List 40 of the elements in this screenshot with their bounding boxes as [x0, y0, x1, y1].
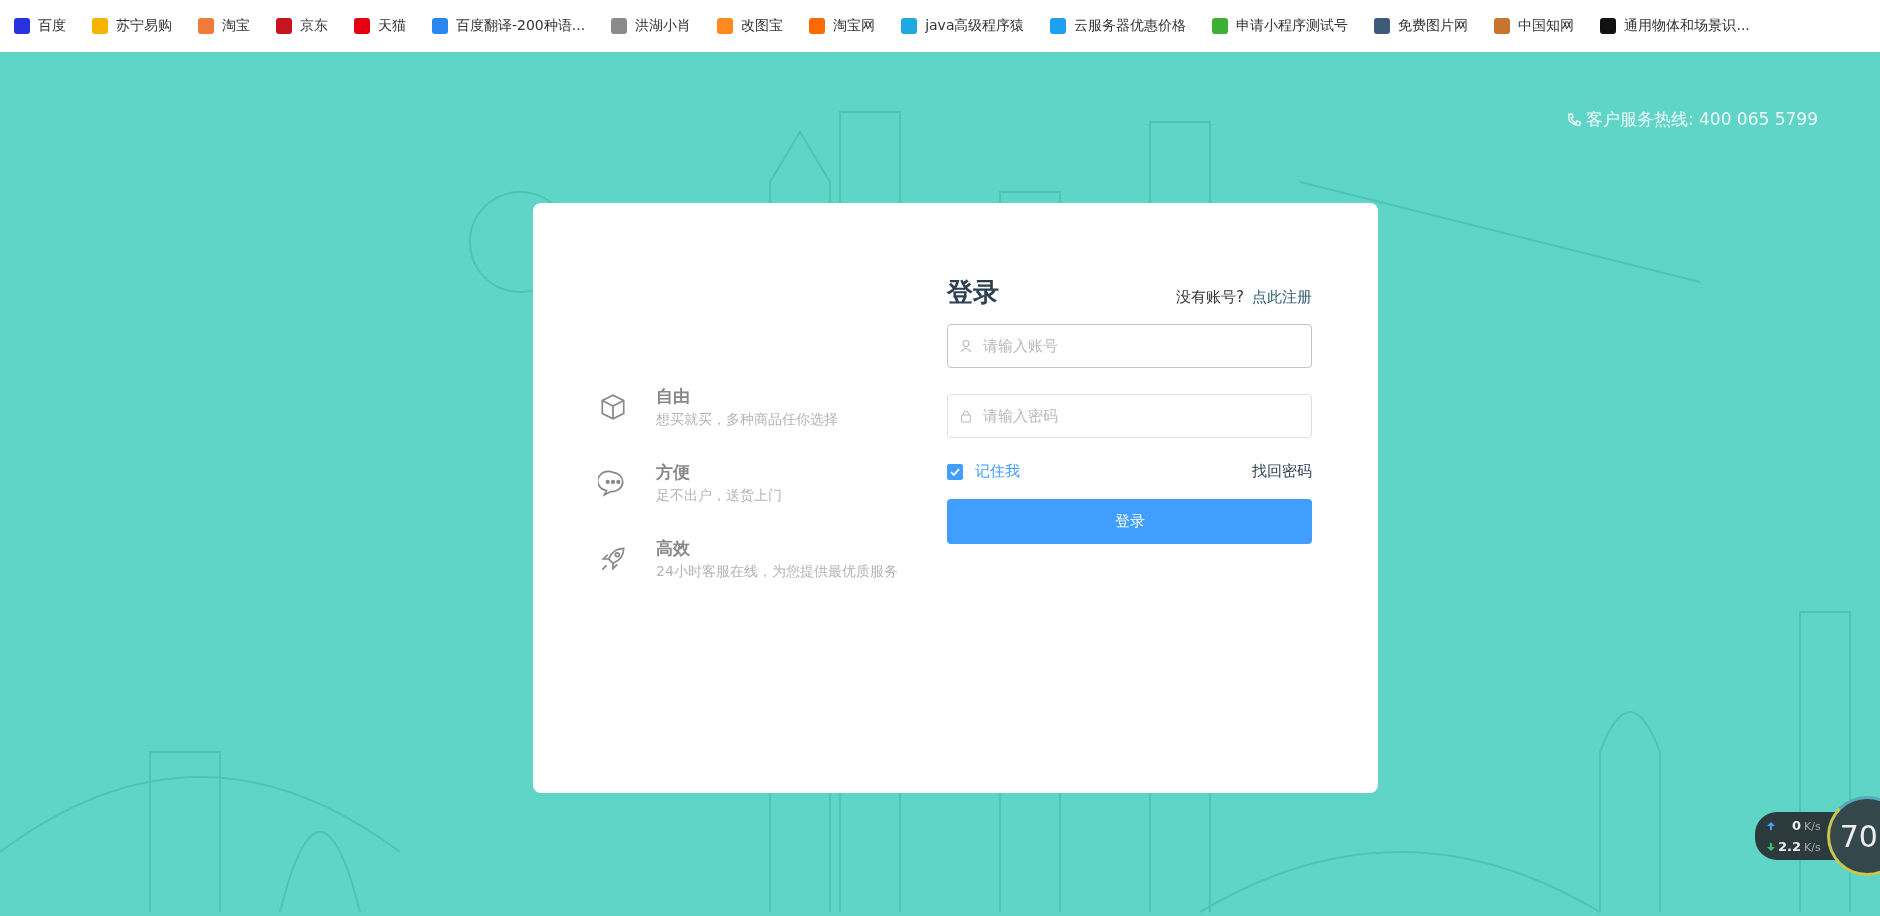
bookmark[interactable]: 京东	[276, 17, 328, 35]
bookmark[interactable]: 百度翻译-200种语...	[432, 17, 586, 35]
feature-description: 想买就买，多种商品任你选择	[656, 411, 838, 429]
bookmark[interactable]: 中国知网	[1494, 17, 1575, 35]
download-speed: 2.2	[1778, 839, 1802, 854]
lock-icon	[959, 409, 973, 423]
speed-unit: K/s	[1804, 820, 1821, 833]
feature-description: 24小时客服在线，为您提供最优质服务	[656, 563, 898, 581]
feature-title: 方便	[656, 461, 691, 484]
bookmark[interactable]: 通用物体和场景识...	[1600, 17, 1750, 35]
download-arrow-icon	[1767, 842, 1775, 851]
account-field[interactable]: 请输入账号	[947, 324, 1312, 368]
no-account-text: 没有账号?	[1176, 288, 1244, 308]
cube-icon	[598, 392, 628, 422]
upload-speed: 0	[1792, 818, 1802, 833]
bookmark[interactable]: 洪湖小肖	[611, 17, 692, 35]
bookmark[interactable]: 申请小程序测试号	[1212, 17, 1349, 35]
bookmark[interactable]: 百度	[14, 17, 66, 35]
password-field[interactable]: 请输入密码	[947, 394, 1312, 438]
user-icon	[959, 339, 973, 353]
bookmark[interactable]: 云服务器优惠价格	[1050, 17, 1187, 35]
feature-title: 自由	[656, 385, 691, 408]
speed-unit: K/s	[1804, 841, 1821, 854]
hotline-text: 客户服务热线: 400 065 5799	[1565, 108, 1818, 131]
phone-icon	[1565, 111, 1582, 128]
register-link[interactable]: 点此注册	[1252, 288, 1312, 310]
gauge-value: 70	[1839, 818, 1878, 854]
forgot-password-link[interactable]: 找回密码	[1252, 462, 1312, 481]
bookmark[interactable]: 淘宝网	[809, 17, 876, 35]
bookmark[interactable]: 淘宝	[198, 17, 250, 35]
bookmark[interactable]: 免费图片网	[1374, 17, 1469, 35]
remember-checkbox[interactable]	[947, 463, 963, 480]
feature-title: 高效	[656, 537, 691, 560]
bookmark[interactable]: java高级程序猿	[901, 17, 1025, 35]
bookmark[interactable]: 改图宝	[717, 17, 784, 35]
bookmark[interactable]: 苏宁易购	[92, 17, 172, 35]
upload-arrow-icon	[1767, 821, 1775, 830]
bookmark[interactable]: 天猫	[354, 17, 406, 35]
feature-description: 足不出户，送货上门	[656, 487, 782, 505]
login-title: 登录	[947, 276, 1000, 309]
